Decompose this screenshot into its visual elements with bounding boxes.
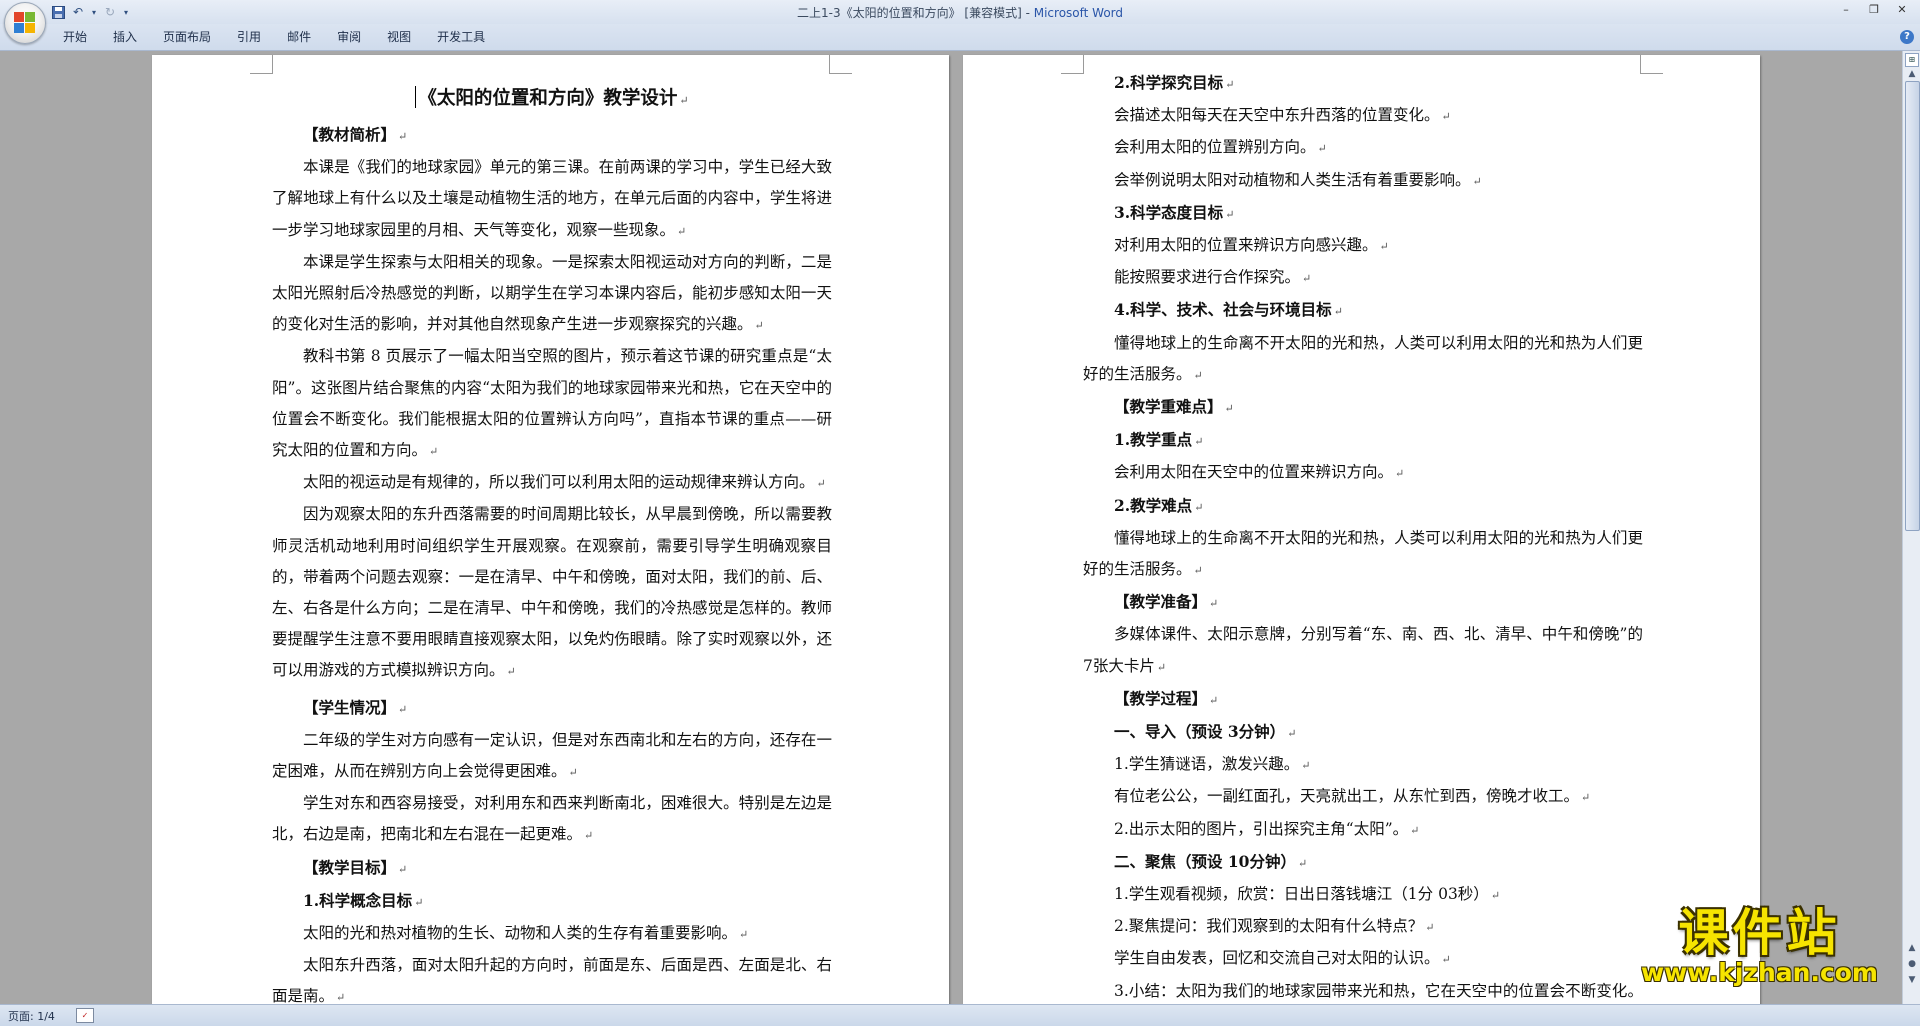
- document-page-2[interactable]: 2.科学探究目标 ↵ 会描述太阳每天在天空中东升西落的位置变化。 ↵ 会利用太阳的位…: [963, 55, 1760, 1004]
- office-button[interactable]: [4, 2, 46, 44]
- ribbon: 开始 插入 页面布局 引用 邮件 审阅 视图 开发工具 ?: [0, 24, 1920, 51]
- minimize-icon[interactable]: –: [1832, 1, 1860, 19]
- tab-references[interactable]: 引用: [224, 29, 274, 45]
- paragraph: 本课是《我们的地球家园》单元的第三课。在前两课的学习中，学生已经大致了解地球上有…: [272, 158, 832, 239]
- heading-key-point: 1.教学重点 ↵: [1114, 430, 1204, 450]
- tab-page-layout[interactable]: 页面布局: [150, 29, 224, 45]
- paragraph: 懂得地球上的生命离不开太阳的光和热，人类可以利用太阳的光和热为人们更好的生活服务…: [1083, 333, 1643, 383]
- heading-step-2: 二、聚焦（预设 10分钟） ↵: [1114, 851, 1308, 871]
- paragraph: 2.出示太阳的图片，引出探究主角“太阳”。 ↵: [1114, 819, 1420, 838]
- ribbon-tabs: 开始 插入 页面布局 引用 邮件 审阅 视图 开发工具: [50, 29, 498, 45]
- margin-corner-mark: [829, 55, 852, 74]
- page-2-content: 2.科学探究目标 ↵ 会描述太阳每天在天空中东升西落的位置变化。 ↵ 会利用太阳的位…: [1083, 67, 1643, 1004]
- heading-student-situation: 【学生情况】 ↵: [303, 697, 408, 717]
- maximize-icon[interactable]: ❐: [1860, 1, 1888, 19]
- tab-mailings[interactable]: 邮件: [274, 29, 324, 45]
- margin-corner-mark: [250, 55, 273, 74]
- document-page-1[interactable]: 《太阳的位置和方向》教学设计 ↵ 【教材简析】 ↵ 本课是《我们的地球家园》单元的第…: [152, 55, 949, 1004]
- watermark-logo: 课件站 www.kjzhan.com: [1641, 906, 1878, 986]
- heading-teaching-process: 【教学过程】 ↵: [1114, 688, 1219, 708]
- paragraph: 会描述太阳每天在天空中东升西落的位置变化。 ↵: [1114, 106, 1451, 125]
- paragraph: 太阳东升西落，面对太阳升起的方向时，前面是东、后面是西、左面是北、右面是南。 ↵: [272, 956, 832, 1004]
- paragraph: 能按照要求进行合作探究。 ↵: [1114, 268, 1312, 287]
- watermark-url: www.kjzhan.com: [1641, 958, 1878, 987]
- heading-goal-3: 3.科学态度目标 ↵: [1114, 202, 1235, 222]
- text-cursor: [415, 86, 417, 108]
- tab-home[interactable]: 开始: [50, 29, 100, 45]
- paragraph: 对利用太阳的位置来辨识方向感兴趣。 ↵: [1114, 236, 1389, 255]
- title-text: 《太阳的位置和方向》教学设计: [418, 88, 678, 109]
- page-count[interactable]: 页面: 1/4: [8, 1008, 55, 1024]
- heading-goal-4: 4.科学、技术、社会与环境目标 ↵: [1114, 300, 1343, 320]
- title-bar: ↶ ▾ ↻ ▾ 二上1-3《太阳的位置和方向》 [兼容模式] - Microso…: [0, 0, 1920, 44]
- heading-step-1: 一、导入（预设 3分钟） ↵: [1114, 722, 1297, 742]
- paragraph: 学生自由发表，回忆和交流自己对太阳的认识。 ↵: [1114, 949, 1451, 968]
- app-name: Microsoft Word: [1033, 6, 1124, 20]
- document-title-heading: 《太阳的位置和方向》教学设计 ↵: [272, 82, 832, 118]
- tab-insert[interactable]: 插入: [100, 29, 150, 45]
- paragraph: 多媒体课件、太阳示意牌，分别写着“东、南、西、北、清早、中午和傍晚”的 7张大卡…: [1083, 625, 1643, 675]
- paragraph: 1.学生猜谜语，激发兴趣。 ↵: [1114, 755, 1311, 774]
- status-bar: 页面: 1/4 ✓: [0, 1004, 1920, 1026]
- document-workspace: 《太阳的位置和方向》教学设计 ↵ 【教材简析】 ↵ 本课是《我们的地球家园》单元的第…: [0, 51, 1900, 1004]
- tab-review[interactable]: 审阅: [324, 29, 374, 45]
- margin-corner-mark: [1640, 55, 1663, 74]
- margin-corner-mark: [1061, 55, 1084, 74]
- heading-textbook-analysis: 【教材简析】 ↵: [303, 125, 408, 144]
- heading-goal-2: 2.科学探究目标 ↵: [1114, 73, 1235, 92]
- paragraph: 会利用太阳的位置辨别方向。 ↵: [1114, 138, 1327, 157]
- paragraph: 会举例说明太阳对动植物和人类生活有着重要影响。 ↵: [1114, 170, 1482, 189]
- vertical-scrollbar[interactable]: ▲ ▲ ● ▼: [1902, 51, 1920, 1004]
- paragraph: 懂得地球上的生命离不开太阳的光和热，人类可以利用太阳的光和热为人们更好的生活服务…: [1083, 528, 1643, 579]
- proofing-icon[interactable]: ✓: [76, 1008, 94, 1023]
- close-icon[interactable]: ✕: [1888, 1, 1916, 19]
- paragraph: 会利用太阳在天空中的位置来辨识方向。 ↵: [1114, 463, 1405, 482]
- scroll-up-icon[interactable]: ▲: [1905, 941, 1919, 955]
- paragraph: 学生对东和西容易接受，对利用东和西来判断南北，困难很大。特别是左边是北，右边是南…: [272, 794, 832, 844]
- ruler-toggle-icon[interactable]: ⊞: [1905, 53, 1919, 67]
- paragraph: 因为观察太阳的东升西落需要的时间周期比较长，从早晨到傍晚，所以需要教师灵活机动地…: [272, 505, 832, 680]
- window-title: 二上1-3《太阳的位置和方向》 [兼容模式] - Microsoft Word: [0, 4, 1920, 21]
- heading-teaching-preparation: 【教学准备】 ↵: [1114, 592, 1219, 612]
- paragraph: 3.小结：太阳为我们的地球家园带来光和热，它在天空中的位置会不断变化。↵: [1114, 981, 1643, 1000]
- tab-view[interactable]: 视图: [374, 29, 424, 45]
- browse-object-icon[interactable]: ●: [1905, 957, 1919, 971]
- paragraph: 2.聚焦提问：我们观察到的太阳有什么特点？ ↵: [1114, 917, 1435, 936]
- heading-teaching-goals: 【教学目标】 ↵: [303, 857, 408, 877]
- paragraph: 太阳的视运动是有规律的，所以我们可以利用太阳的运动规律来辨认方向。 ↵: [303, 473, 826, 492]
- paragraph: 1.学生观看视频，欣赏：日出日落钱塘江（1分 03秒） ↵: [1114, 885, 1501, 904]
- paragraph: 有位老公公，一副红面孔，天亮就出工，从东忙到西，傍晚才收工。 ↵: [1114, 787, 1591, 806]
- office-logo-icon: [14, 12, 36, 34]
- tab-developer[interactable]: 开发工具: [424, 29, 498, 45]
- paragraph: 教科书第 8 页展示了一幅太阳当空照的图片，预示着这节课的研究重点是“太阳”。这…: [272, 347, 832, 460]
- watermark-name: 课件站: [1678, 904, 1841, 962]
- scroll-up-icon[interactable]: ▲: [1905, 67, 1919, 81]
- paragraph: 太阳的光和热对植物的生长、动物和人类的生存有着重要影响。 ↵: [303, 924, 749, 943]
- window-controls: – ❐ ✕: [1832, 1, 1916, 19]
- paragraph: 本课是学生探索与太阳相关的现象。一是探索太阳视运动对方向的判断，二是太阳光照射后…: [272, 252, 832, 334]
- help-icon[interactable]: ?: [1900, 30, 1914, 44]
- scroll-down-icon[interactable]: ▼: [1905, 973, 1919, 987]
- heading-key-difficult-points: 【教学重难点】 ↵: [1114, 397, 1234, 417]
- page-1-content: 《太阳的位置和方向》教学设计 ↵ 【教材简析】 ↵ 本课是《我们的地球家园》单元的第…: [272, 82, 832, 1004]
- paragraph: 二年级的学生对方向感有一定认识，但是对东西南北和左右的方向，还存在一定困难，从而…: [272, 730, 832, 781]
- heading-difficult-point: 2.教学难点 ↵: [1114, 495, 1204, 515]
- scrollbar-thumb[interactable]: [1905, 81, 1920, 531]
- heading-goal-1: 1.科学概念目标 ↵: [303, 890, 424, 910]
- document-title: 二上1-3《太阳的位置和方向》 [兼容模式] -: [796, 6, 1034, 20]
